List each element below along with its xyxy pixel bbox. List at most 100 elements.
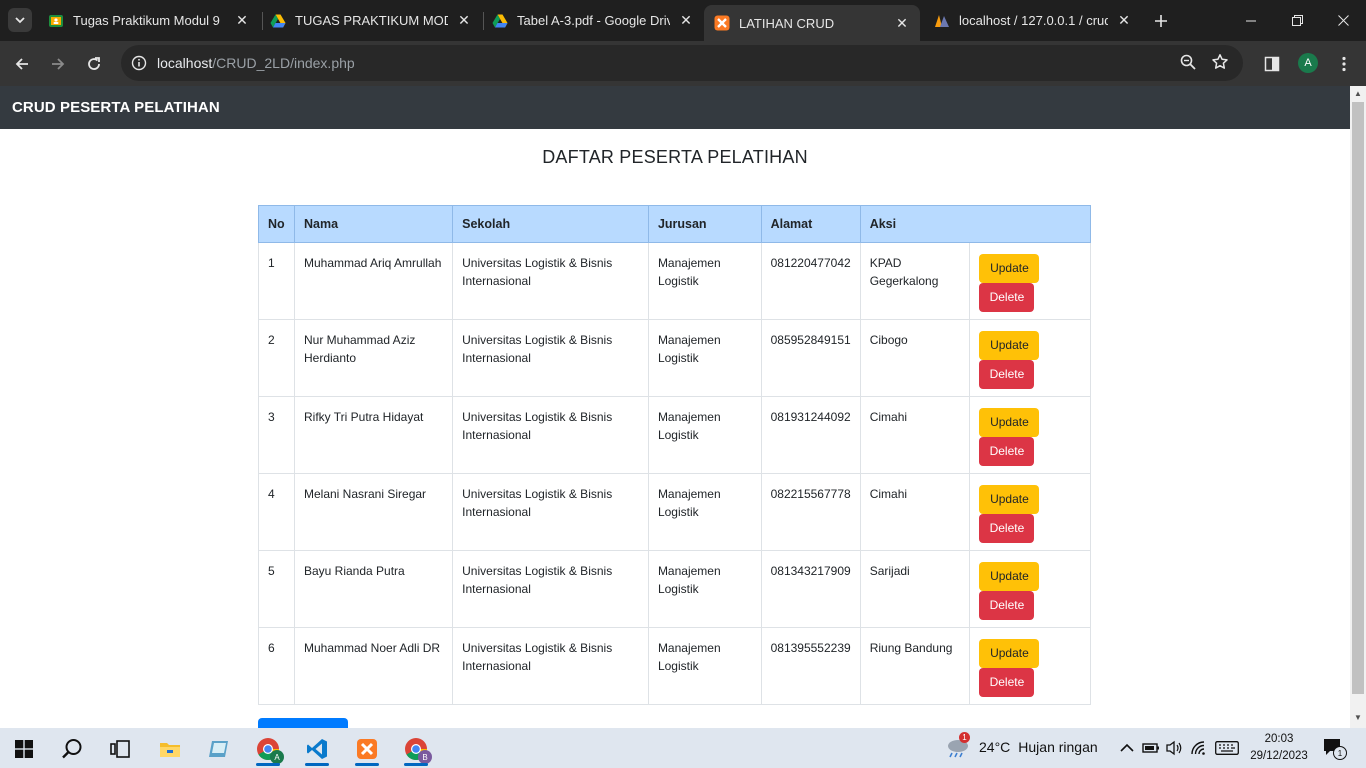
notification-center-button[interactable]: 1 [1323,738,1347,760]
wifi-icon[interactable] [1190,739,1208,757]
delete-button[interactable]: Delete [979,437,1035,466]
cell-telp: 082215567778 [760,473,861,551]
scroll-up-arrow-icon[interactable]: ▲ [1354,90,1362,98]
cell-telp: 081395552239 [760,627,861,705]
tab-tugas-praktikum-modul[interactable]: TUGAS PRAKTIKUM MODUL ✕ [260,6,482,35]
close-icon[interactable]: ✕ [678,12,694,29]
new-tab-button[interactable] [1149,9,1173,33]
delete-button[interactable]: Delete [979,591,1035,620]
table-row: 6 Muhammad Noer Adli DR Universitas Logi… [258,627,1091,705]
tab-title: localhost / 127.0.0.1 / crud_2 [959,13,1108,28]
update-button[interactable]: Update [979,639,1040,668]
speaker-volume-icon[interactable] [1165,739,1183,757]
table-row: 1 Muhammad Ariq Amrullah Universitas Log… [258,242,1091,320]
minimize-button[interactable] [1228,0,1274,41]
cell-aksi: Update Delete [969,396,1091,474]
cell-telp: 081343217909 [760,550,861,628]
site-info-icon[interactable] [129,53,149,73]
task-view-button[interactable] [100,732,140,766]
delete-button[interactable]: Delete [979,283,1035,312]
profile-badge-b: B [418,750,432,764]
xampp-button[interactable] [347,732,387,766]
table-header-row: No Nama Sekolah Jurusan Alamat Aksi [258,205,1092,243]
search-icon [62,739,82,759]
address-bar[interactable]: localhost/CRUD_2LD/index.php [121,45,1243,81]
close-icon[interactable]: ✕ [234,12,250,29]
browser-toolbar: localhost/CRUD_2LD/index.php A [0,41,1366,86]
delete-button[interactable]: Delete [979,514,1035,543]
weather-widget[interactable]: 1 24°C Hujan ringan [945,732,1098,758]
reload-button[interactable] [80,50,108,78]
restore-button[interactable] [1274,0,1320,41]
participants-table: No Nama Sekolah Jurusan Alamat Aksi 1 Mu… [258,205,1092,705]
plus-icon [1155,15,1167,27]
close-icon [1337,15,1349,26]
delete-button[interactable]: Delete [979,668,1035,697]
notepad-button[interactable] [199,732,239,766]
scrollbar-thumb[interactable] [1352,102,1364,694]
notepad-icon [209,741,228,757]
tab-tabel-a3-pdf[interactable]: Tabel A-3.pdf - Google Drive ✕ [482,6,704,35]
restore-icon [1291,15,1303,26]
zoom-icon[interactable] [1179,53,1199,73]
cell-alamat: Cibogo [859,319,971,397]
cell-nama: Nur Muhammad Aziz Herdianto [293,319,454,397]
window-close-button[interactable] [1320,0,1366,41]
search-button[interactable] [52,732,92,766]
xampp-icon [357,739,377,759]
table-row: 5 Bayu Rianda Putra Universitas Logistik… [258,550,1091,628]
update-button[interactable]: Update [979,408,1040,437]
notification-count-badge: 1 [1333,746,1347,760]
update-button[interactable]: Update [979,485,1040,514]
back-button[interactable] [8,50,36,78]
close-icon[interactable]: ✕ [456,12,472,29]
cell-alamat: Sarijadi [859,550,971,628]
show-hidden-icons-chevron-up-icon[interactable] [1118,739,1136,757]
side-panel-button[interactable] [1261,53,1283,75]
side-panel-icon [1264,56,1280,72]
cell-aksi: Update Delete [969,550,1091,628]
cell-telp: 081931244092 [760,396,861,474]
keyboard-icon[interactable] [1214,739,1240,757]
browser-menu-button[interactable] [1333,53,1355,75]
cell-jurusan: Manajemen Logistik [647,473,762,551]
cell-alamat: Cimahi [859,396,971,474]
forward-button[interactable] [44,50,72,78]
arrow-left-icon [15,58,28,70]
cell-nama: Rifky Tri Putra Hidayat [293,396,454,474]
bookmark-star-icon[interactable] [1211,53,1231,73]
battery-plug-icon[interactable] [1142,739,1160,757]
scroll-down-arrow-icon[interactable]: ▼ [1354,714,1362,722]
add-participant-button[interactable] [258,718,348,728]
profile-badge-a: A [270,750,284,764]
update-button[interactable]: Update [979,562,1040,591]
tab-phpmyadmin[interactable]: localhost / 127.0.0.1 / crud_2 ✕ [924,6,1142,35]
start-button[interactable] [4,732,44,766]
header-aksi: Aksi [859,205,1092,243]
tab-tugas-praktikum-modul-9[interactable]: Tugas Praktikum Modul 9 ✕ [38,6,260,35]
navbar-brand[interactable]: CRUD PESERTA PELATIHAN [12,99,220,116]
profile-avatar[interactable]: A [1298,53,1318,73]
google-drive-icon [492,13,508,29]
delete-button[interactable]: Delete [979,360,1035,389]
tab-search-button[interactable] [8,8,32,32]
page-scrollbar[interactable]: ▲ ▼ [1350,86,1366,728]
close-icon[interactable]: ✕ [894,15,910,31]
cell-aksi: Update Delete [969,242,1091,320]
cell-alamat: Cimahi [859,473,971,551]
close-icon[interactable]: ✕ [1116,12,1132,29]
file-explorer-button[interactable] [150,732,190,766]
google-classroom-icon [48,13,64,29]
update-button[interactable]: Update [979,254,1040,283]
chrome-profile-b-button[interactable]: B [396,732,436,766]
header-no: No [258,205,295,243]
app-navbar: CRUD PESERTA PELATIHAN [0,86,1350,129]
update-button[interactable]: Update [979,331,1040,360]
cell-alamat: Riung Bandung [859,627,971,705]
cell-no: 1 [258,242,295,320]
chrome-profile-a-button[interactable]: A [248,732,288,766]
weather-alert-badge: 1 [959,732,970,743]
system-clock[interactable]: 20:03 29/12/2023 [1248,731,1310,765]
tab-latihan-crud[interactable]: LATIHAN CRUD ✕ [704,5,920,41]
vscode-button[interactable] [297,732,337,766]
